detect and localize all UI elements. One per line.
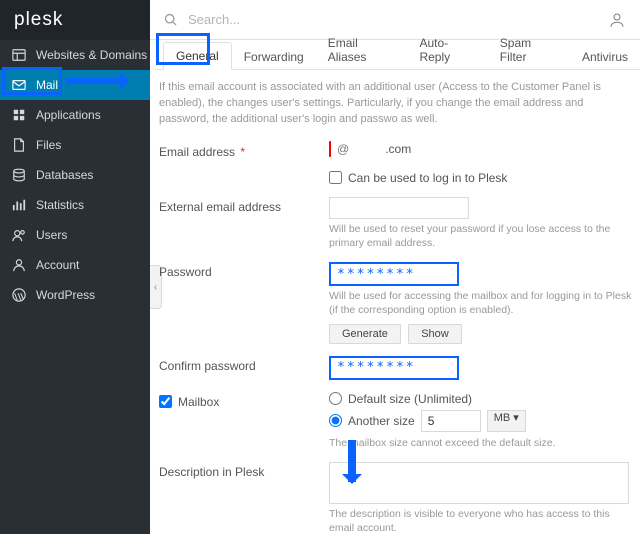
- description-input[interactable]: [329, 462, 629, 504]
- row-description: Description in Plesk The description is …: [155, 456, 640, 534]
- tab-strip: GeneralForwardingEmail AliasesAuto-Reply…: [155, 40, 640, 70]
- label-confirm: Confirm password: [159, 356, 329, 380]
- generate-button[interactable]: Generate: [329, 324, 401, 344]
- login-checkbox-label: Can be used to log in to Plesk: [348, 171, 507, 185]
- sidebar-item-label: WordPress: [36, 288, 95, 302]
- stats-icon: [12, 198, 26, 212]
- external-email-input[interactable]: [329, 197, 469, 219]
- hint-external: Will be used to reset your password if y…: [329, 222, 636, 250]
- tab-general[interactable]: General: [163, 42, 232, 70]
- row-email: Email address * @ .com: [155, 136, 640, 165]
- sidebar-item-label: Users: [36, 228, 67, 242]
- sidebar-item-label: Mail: [36, 78, 58, 92]
- sidebar: plesk Websites & Domains Mail Applications…: [0, 0, 150, 534]
- content: If this email account is associated with…: [155, 70, 640, 534]
- mailbox-checkbox[interactable]: [159, 395, 172, 408]
- search-icon: [164, 13, 178, 27]
- at-symbol: @: [337, 142, 349, 156]
- login-checkbox[interactable]: [329, 171, 342, 184]
- sidebar-item-file[interactable]: Files: [0, 130, 150, 160]
- email-domain: .com: [359, 142, 412, 156]
- users-icon: [12, 228, 26, 242]
- sidebar-item-database[interactable]: Databases: [0, 160, 150, 190]
- database-icon: [12, 168, 26, 182]
- sidebar-item-label: Applications: [36, 108, 101, 122]
- row-mailbox: Mailbox Default size (Unlimited) Another…: [155, 386, 640, 456]
- intro-text: If this email account is associated with…: [155, 80, 640, 136]
- hint-description: The description is visible to everyone w…: [329, 507, 636, 534]
- sidebar-item-wordpress[interactable]: WordPress: [0, 280, 150, 310]
- user-icon[interactable]: [608, 11, 626, 29]
- size-default-label: Default size (Unlimited): [348, 392, 472, 406]
- row-external: External email address Will be used to r…: [155, 191, 640, 256]
- label-password: Password: [159, 262, 329, 343]
- tab-forwarding[interactable]: Forwarding: [232, 44, 316, 70]
- sidebar-item-label: Files: [36, 138, 61, 152]
- label-email: Email address *: [159, 142, 329, 159]
- tab-spam-filter[interactable]: Spam Filter: [488, 30, 570, 70]
- sidebar-item-account[interactable]: Account: [0, 250, 150, 280]
- mail-icon: [12, 78, 26, 92]
- search-input[interactable]: [186, 11, 306, 28]
- mailbox-checkbox-row[interactable]: Mailbox: [159, 395, 329, 409]
- search[interactable]: [164, 11, 608, 28]
- show-button[interactable]: Show: [408, 324, 462, 344]
- sidebar-item-label: Databases: [36, 168, 93, 182]
- confirm-password-input[interactable]: ********: [329, 356, 459, 380]
- account-icon: [12, 258, 26, 272]
- email-local-input[interactable]: [329, 141, 331, 157]
- size-unit-select[interactable]: MB ▾: [487, 410, 526, 432]
- grid-icon: [12, 108, 26, 122]
- size-default-row[interactable]: Default size (Unlimited): [329, 392, 636, 406]
- row-login: Can be used to log in to Plesk: [155, 165, 640, 191]
- label-description: Description in Plesk: [159, 462, 329, 534]
- label-external: External email address: [159, 197, 329, 250]
- size-another-radio[interactable]: [329, 414, 342, 427]
- sidebar-item-grid[interactable]: Applications: [0, 100, 150, 130]
- size-another-row[interactable]: Another size MB ▾: [329, 410, 636, 432]
- sidebar-item-stats[interactable]: Statistics: [0, 190, 150, 220]
- sidebar-item-mail[interactable]: Mail: [0, 70, 150, 100]
- password-input[interactable]: ********: [329, 262, 459, 286]
- hint-password: Will be used for accessing the mailbox a…: [329, 289, 636, 317]
- file-icon: [12, 138, 26, 152]
- sidebar-item-layout[interactable]: Websites & Domains: [0, 40, 150, 70]
- row-password: Password ******** Will be used for acces…: [155, 256, 640, 349]
- sidebar-item-label: Statistics: [36, 198, 84, 212]
- size-default-radio[interactable]: [329, 392, 342, 405]
- sidebar-nav: Websites & Domains Mail Applications Files D…: [0, 40, 150, 310]
- wordpress-icon: [12, 288, 26, 302]
- row-confirm: Confirm password ********: [155, 350, 640, 386]
- hint-size: The mailbox size cannot exceed the defau…: [329, 436, 636, 450]
- login-checkbox-row[interactable]: Can be used to log in to Plesk: [329, 171, 636, 185]
- brand-logo: plesk: [0, 0, 150, 40]
- tab-auto-reply[interactable]: Auto-Reply: [407, 30, 487, 70]
- tab-antivirus[interactable]: Antivirus: [570, 44, 640, 70]
- size-value-input[interactable]: [421, 410, 481, 432]
- layout-icon: [12, 48, 26, 62]
- tab-email-aliases[interactable]: Email Aliases: [316, 30, 408, 70]
- sidebar-item-label: Account: [36, 258, 79, 272]
- size-another-label: Another size: [348, 414, 415, 428]
- sidebar-item-label: Websites & Domains: [36, 48, 147, 62]
- label-mailbox: Mailbox: [159, 392, 329, 450]
- sidebar-item-users[interactable]: Users: [0, 220, 150, 250]
